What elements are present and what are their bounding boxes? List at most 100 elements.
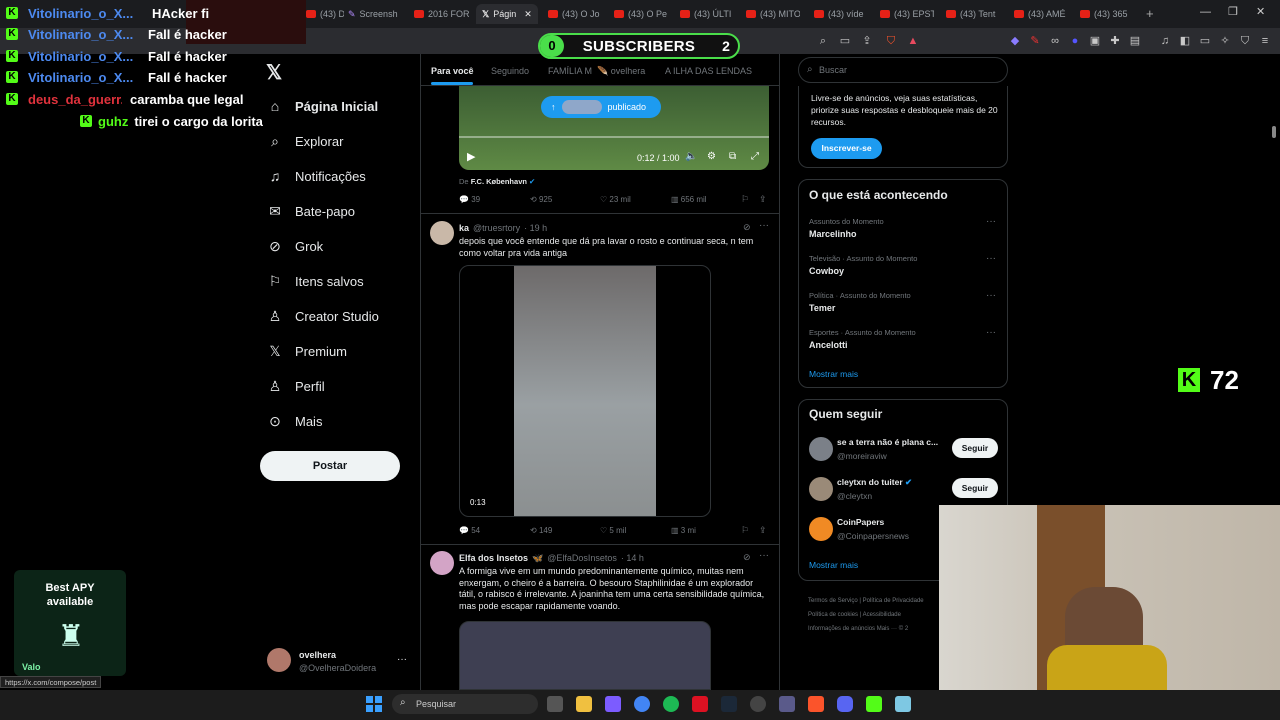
extension-icon[interactable]: ▣ — [1088, 34, 1102, 48]
discord-icon[interactable] — [837, 696, 853, 712]
more-options-icon[interactable]: ··· — [986, 216, 996, 227]
browser-tab[interactable]: (43) EPST — [880, 4, 934, 24]
menu-icon[interactable]: ≡ — [1258, 34, 1272, 48]
grok-icon[interactable]: ⊘ — [743, 552, 751, 563]
footer-link[interactable]: Mais ··· — [877, 626, 897, 632]
more-options-icon[interactable]: ··· — [986, 290, 996, 301]
footer-link[interactable]: Termos de Serviço — [808, 598, 858, 604]
nav-bookmarks[interactable]: ⚐ Itens salvos — [266, 267, 364, 295]
account-menu-icon[interactable]: ··· — [397, 654, 407, 665]
more-options-icon[interactable]: ··· — [759, 550, 769, 561]
follow-name[interactable]: CoinPapers — [837, 517, 884, 527]
follow-button[interactable]: Seguir — [952, 478, 998, 498]
tab-list[interactable]: FAMÍLIA M — [548, 66, 592, 76]
tab-list[interactable]: A ILHA DAS LENDAS — [665, 66, 752, 76]
share-icon[interactable]: ⇪ — [759, 194, 767, 205]
nav-home[interactable]: ⌂ Página Inicial — [266, 92, 378, 120]
scrollbar-thumb[interactable] — [1272, 126, 1276, 138]
fullscreen-icon[interactable]: ⤢ — [751, 151, 759, 162]
music-icon[interactable]: ♫ — [1158, 34, 1172, 48]
x-logo-icon[interactable]: 𝕏 — [266, 60, 282, 85]
tab-list[interactable]: 🪶 ovelhera — [597, 66, 645, 77]
app-icon[interactable] — [605, 696, 621, 712]
views-stat[interactable]: ▥ 656 mil — [671, 195, 707, 204]
spotify-icon[interactable] — [663, 696, 679, 712]
share-icon[interactable]: ⇪ — [759, 525, 767, 536]
trend-item[interactable]: Temer — [809, 303, 835, 313]
avatar[interactable] — [809, 437, 833, 461]
extension-icon[interactable]: ◆ — [1008, 34, 1022, 48]
extension-icon[interactable]: ∞ — [1048, 34, 1062, 48]
tab-following[interactable]: Seguindo — [491, 66, 529, 76]
avatar[interactable] — [809, 477, 833, 501]
volume-icon[interactable]: 🔈 — [685, 151, 697, 162]
brave-shield-icon[interactable]: ⛉ — [884, 34, 898, 48]
browser-tab[interactable]: (43) DE P — [306, 4, 344, 24]
post-button[interactable]: Postar — [260, 451, 400, 481]
extension-icon[interactable]: ✎ — [1028, 34, 1042, 48]
follow-name[interactable]: cleytxn do tuiter ✔ — [837, 477, 912, 488]
browser-tab[interactable]: 2016 FOR — [414, 4, 470, 24]
nav-grok[interactable]: ⊘ Grok — [266, 232, 323, 260]
window-close-icon[interactable]: ✕ — [1256, 5, 1265, 18]
maximize-icon[interactable]: ❐ — [1228, 5, 1238, 18]
extension-icon[interactable]: ● — [1068, 34, 1082, 48]
rewards-icon[interactable]: ▲ — [906, 34, 920, 48]
close-icon[interactable]: ✕ — [524, 9, 532, 20]
browser-tab[interactable]: (43) víde — [814, 4, 868, 24]
ad-banner[interactable]: Best APY available ♜ Valo — [14, 570, 126, 676]
taskbar-search[interactable]: Pesquisar — [392, 694, 538, 714]
new-tab-icon[interactable]: + — [1146, 6, 1154, 21]
footer-link[interactable]: Política de cookies — [808, 612, 858, 618]
pip-icon[interactable]: ⧉ — [729, 151, 736, 162]
avatar[interactable] — [430, 551, 454, 575]
shield-icon[interactable]: ⛉ — [1238, 34, 1252, 48]
new-posts-pill[interactable]: ↑ publicado — [541, 96, 661, 118]
video-player[interactable]: 0:13 — [459, 265, 711, 517]
browser-tab[interactable]: (43) ÚLTI — [680, 4, 734, 24]
nav-explore[interactable]: ⌕ Explorar — [266, 127, 343, 155]
browser-tab[interactable]: (43) AMÉ — [1014, 4, 1068, 24]
repost-action[interactable]: ⟲ 149 — [530, 526, 552, 535]
share-icon[interactable]: ⇪ — [860, 34, 874, 48]
play-icon[interactable]: ▶ — [467, 150, 475, 163]
tab-for-you[interactable]: Para você — [431, 66, 474, 76]
avatar[interactable] — [430, 221, 454, 245]
sparkle-icon[interactable]: ✧ — [1218, 34, 1232, 48]
more-options-icon[interactable]: ··· — [759, 220, 769, 231]
views-stat[interactable]: ▥ 3 mi — [671, 526, 696, 535]
app-icon[interactable] — [866, 696, 882, 712]
browser-tab[interactable]: (43) O Pe — [614, 4, 668, 24]
obs-icon[interactable] — [750, 696, 766, 712]
reply-action[interactable]: 💬 54 — [459, 526, 480, 535]
show-more-link[interactable]: Mostrar mais — [809, 560, 858, 570]
reply-action[interactable]: 💬 39 — [459, 195, 480, 204]
windows-start-icon[interactable] — [366, 696, 382, 712]
like-action[interactable]: ♡ 23 mil — [600, 195, 631, 204]
trend-item[interactable]: Marcelinho — [809, 229, 857, 239]
show-more-link[interactable]: Mostrar mais — [809, 369, 858, 379]
subscribe-button[interactable]: Inscrever-se — [811, 138, 882, 159]
settings-icon[interactable]: ⚙ — [707, 151, 716, 162]
nav-messages[interactable]: ✉ Bate-papo — [266, 197, 355, 225]
puzzle-icon[interactable]: ✚ — [1108, 34, 1122, 48]
extension-icon[interactable]: ▤ — [1128, 34, 1142, 48]
nav-more[interactable]: ⊙ Mais — [266, 407, 322, 435]
brave-icon[interactable] — [808, 696, 824, 712]
task-view-icon[interactable] — [547, 696, 563, 712]
nav-profile[interactable]: ♙ Perfil — [266, 372, 325, 400]
footer-link[interactable]: Política de Privacidade — [863, 598, 924, 604]
follow-name[interactable]: se a terra não é plana c... — [837, 437, 947, 447]
trend-item[interactable]: Ancelotti — [809, 340, 848, 350]
bookmark-icon[interactable]: ⚐ — [741, 525, 749, 536]
avatar[interactable] — [267, 648, 291, 672]
post-image[interactable] — [459, 621, 711, 690]
grok-icon[interactable]: ⊘ — [743, 222, 751, 233]
browser-tab[interactable]: (43) O Jo — [548, 4, 602, 24]
more-options-icon[interactable]: ··· — [986, 327, 996, 338]
sidebar-icon[interactable]: ◧ — [1178, 34, 1192, 48]
opera-icon[interactable] — [692, 696, 708, 712]
like-action[interactable]: ♡ 5 mil — [600, 526, 626, 535]
repost-action[interactable]: ⟲ 925 — [530, 195, 552, 204]
more-options-icon[interactable]: ··· — [986, 253, 996, 264]
